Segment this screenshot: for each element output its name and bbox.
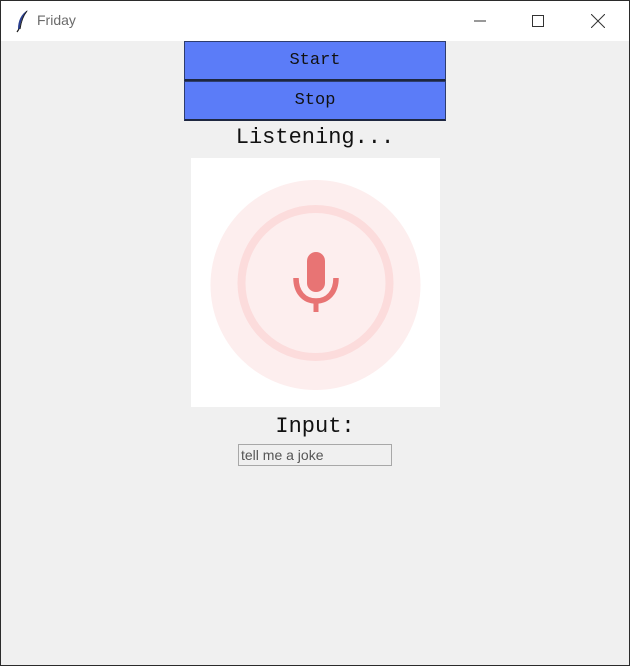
input-label: Input: [275, 414, 355, 439]
minimize-icon [474, 20, 486, 22]
maximize-icon [532, 15, 544, 27]
title-bar[interactable]: Friday [1, 1, 629, 41]
app-window: Friday Start Stop Listening... Input: te… [0, 0, 630, 666]
feather-icon [15, 9, 31, 33]
maximize-button[interactable] [509, 1, 567, 41]
stop-button[interactable]: Stop [184, 81, 446, 121]
command-input[interactable] [238, 444, 392, 466]
start-button[interactable]: Start [184, 41, 446, 81]
mic-animation-panel [191, 158, 440, 407]
status-label: Listening... [235, 125, 395, 150]
minimize-button[interactable] [451, 1, 509, 41]
close-icon [591, 14, 605, 28]
close-button[interactable] [569, 1, 627, 41]
window-title: Friday [37, 12, 76, 28]
